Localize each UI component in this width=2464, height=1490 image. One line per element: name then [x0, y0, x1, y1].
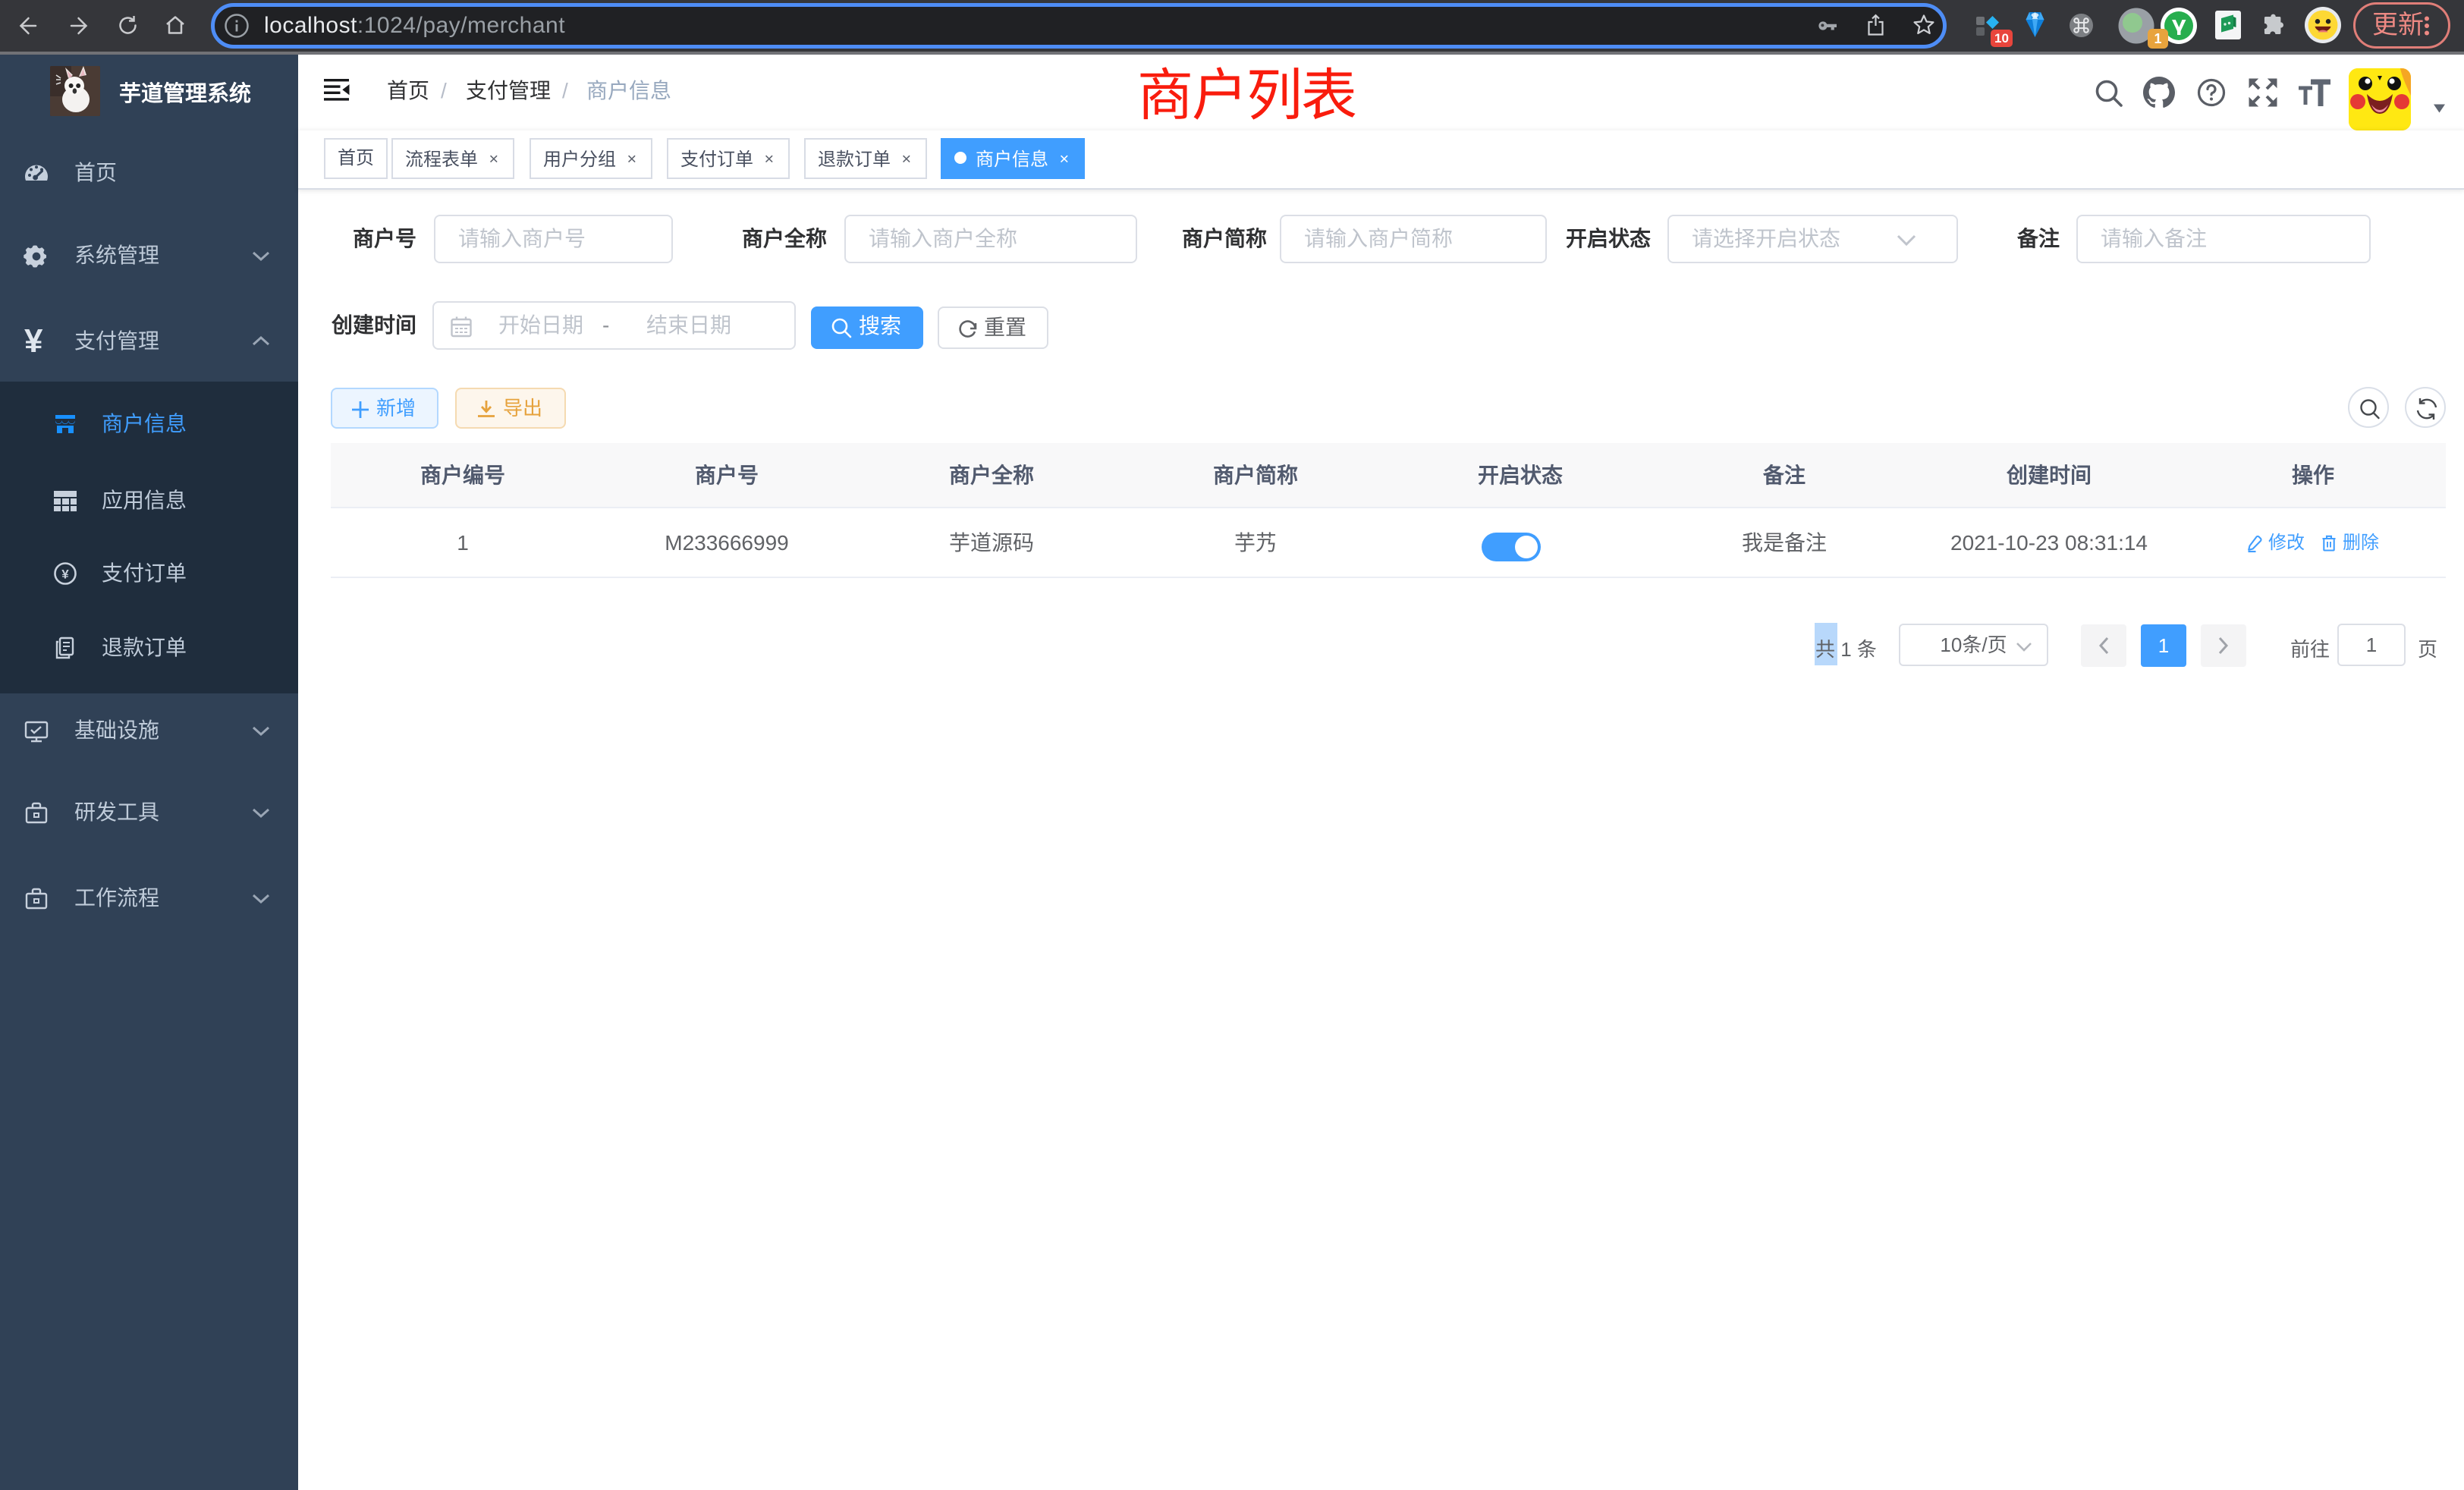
svg-text:¥: ¥: [61, 567, 69, 582]
